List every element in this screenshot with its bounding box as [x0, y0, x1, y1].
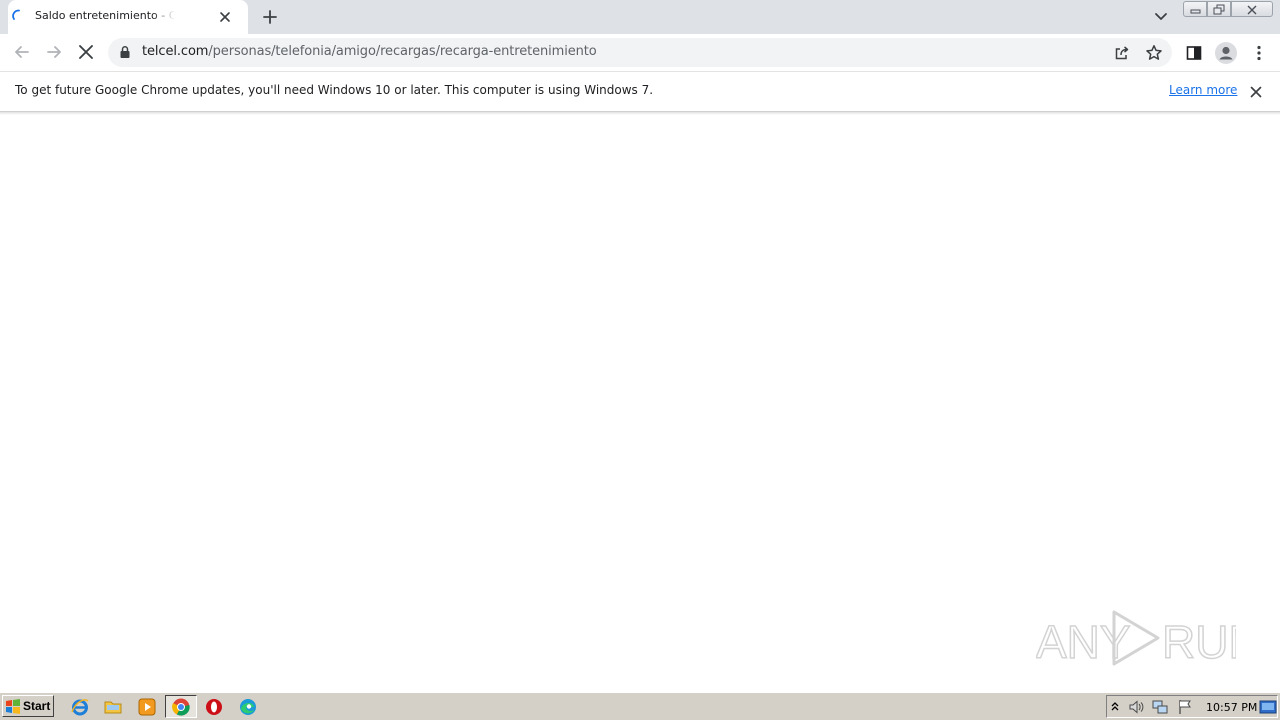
forward-arrow-icon[interactable] [43, 41, 65, 63]
tab-close-icon[interactable] [217, 9, 233, 25]
action-center-flag-icon[interactable] [1176, 698, 1194, 716]
window-close-button[interactable] [1231, 1, 1273, 17]
windows-logo-icon [6, 699, 20, 714]
loading-spinner-icon [12, 9, 20, 20]
watermark-text-right: RUN [1162, 616, 1236, 668]
media-player-icon[interactable] [137, 697, 157, 717]
show-desktop-icon[interactable] [1259, 698, 1277, 716]
anyrun-watermark: ANY RUN [1036, 610, 1236, 669]
folder-icon[interactable] [103, 697, 123, 717]
share-icon[interactable] [1112, 43, 1132, 63]
back-arrow-icon[interactable] [11, 41, 33, 63]
opera-icon[interactable] [204, 697, 224, 717]
side-panel-icon[interactable] [1184, 43, 1204, 63]
more-menu-icon[interactable] [1249, 43, 1269, 63]
infobar-close-icon[interactable] [1248, 84, 1264, 100]
new-tab-button[interactable] [260, 7, 280, 27]
show-hidden-icons-icon[interactable] [1109, 699, 1121, 715]
learn-more-link[interactable]: Learn more [1169, 83, 1237, 97]
infobar-message: To get future Google Chrome updates, you… [15, 83, 654, 97]
volume-icon[interactable] [1127, 698, 1145, 716]
tab-title: Saldo entretenimiento - Compra el m [35, 9, 175, 22]
stop-loading-icon[interactable] [75, 41, 97, 63]
window-minimize-button[interactable] [1183, 1, 1207, 17]
minimize-icon [1190, 9, 1201, 14]
lock-icon[interactable] [118, 45, 132, 59]
window-restore-button[interactable] [1207, 1, 1231, 17]
taskbar-clock[interactable]: 10:57 PM [1206, 701, 1257, 714]
tab-search-chevron-icon[interactable] [1151, 8, 1171, 26]
close-icon [1247, 5, 1257, 15]
url-domain: telcel.com [142, 44, 209, 59]
url-text[interactable]: telcel.com/personas/telefonia/amigo/reca… [142, 44, 597, 62]
profile-avatar-icon[interactable] [1214, 41, 1238, 65]
network-icon[interactable] [1151, 698, 1169, 716]
internet-explorer-icon[interactable] [70, 697, 90, 717]
watermark-text-left: ANY [1036, 616, 1131, 668]
chrome-icon [172, 698, 190, 716]
bookmark-star-icon[interactable] [1144, 43, 1164, 63]
restore-icon [1213, 4, 1225, 15]
start-button[interactable]: Start [2, 695, 54, 717]
start-label: Start [23, 699, 51, 713]
edge-icon[interactable] [238, 697, 258, 717]
url-path: /personas/telefonia/amigo/recargas/recar… [208, 44, 597, 59]
